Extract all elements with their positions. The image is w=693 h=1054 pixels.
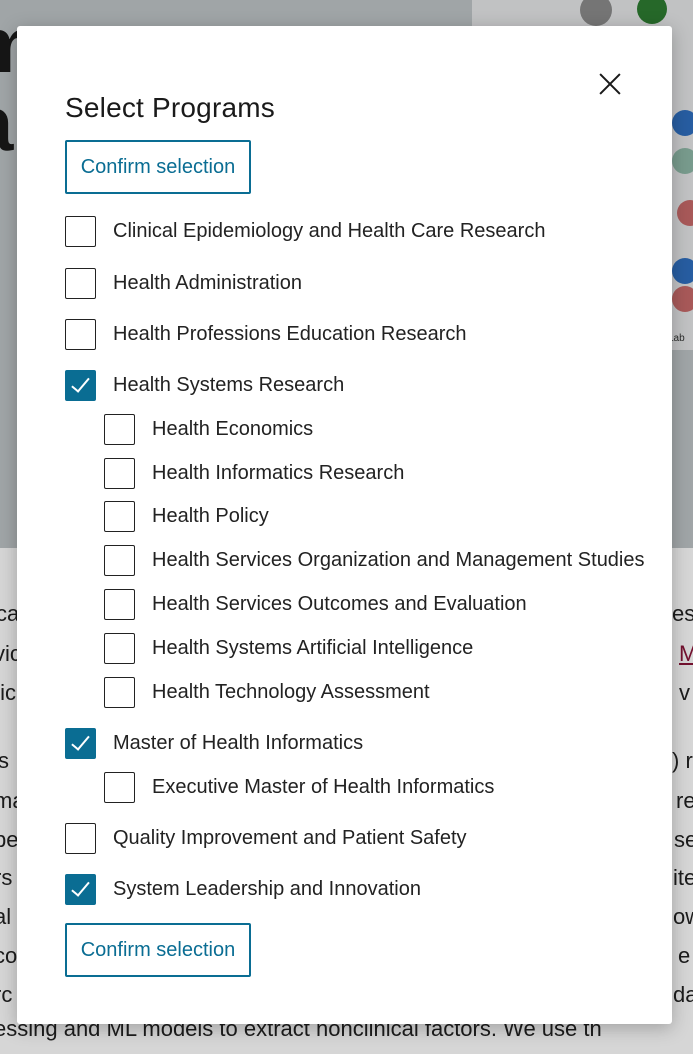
program-option-label: Health Technology Assessment (152, 680, 430, 703)
program-option[interactable]: Health Services Organization and Managem… (104, 544, 645, 576)
checkbox[interactable] (104, 457, 135, 489)
checkbox[interactable] (104, 588, 135, 620)
program-option-label: Clinical Epidemiology and Health Care Re… (113, 219, 546, 242)
program-option-label: Health Professions Education Research (113, 322, 467, 345)
program-option[interactable]: Health Professions Education Research (65, 318, 467, 350)
program-option-label: Health Policy (152, 504, 269, 527)
program-option[interactable]: Executive Master of Health Informatics (104, 771, 494, 803)
program-option[interactable]: Health Policy (104, 500, 269, 532)
program-option-label: Health Services Organization and Managem… (152, 548, 645, 571)
checkbox[interactable] (104, 632, 135, 664)
program-option[interactable]: Health Systems Research (65, 369, 344, 401)
checkbox[interactable] (104, 676, 135, 708)
checkbox-checked[interactable] (65, 873, 96, 905)
program-option[interactable]: System Leadership and Innovation (65, 873, 421, 905)
program-option[interactable]: Health Economics (104, 413, 313, 445)
confirm-selection-button-top[interactable]: Confirm selection (65, 140, 251, 194)
checkbox[interactable] (65, 318, 96, 350)
checkbox[interactable] (65, 822, 96, 854)
checkbox[interactable] (104, 544, 135, 576)
program-option-label: Health Administration (113, 271, 302, 294)
program-option[interactable]: Quality Improvement and Patient Safety (65, 822, 467, 854)
program-option[interactable]: Health Informatics Research (104, 457, 404, 489)
program-option-label: Quality Improvement and Patient Safety (113, 826, 467, 849)
program-option[interactable]: Master of Health Informatics (65, 727, 363, 759)
checkbox[interactable] (104, 771, 135, 803)
program-option[interactable]: Health Systems Artificial Intelligence (104, 632, 473, 664)
checkbox[interactable] (65, 267, 96, 299)
program-option-label: Health Systems Research (113, 373, 345, 396)
program-option-label: Health Economics (152, 417, 314, 440)
checkbox-checked[interactable] (65, 727, 96, 759)
close-icon[interactable] (595, 68, 625, 98)
program-option-label: Master of Health Informatics (113, 731, 364, 754)
select-programs-dialog: Select Programs Confirm selection Clinic… (17, 26, 672, 1024)
program-option-label: Executive Master of Health Informatics (152, 775, 495, 798)
program-option[interactable]: Health Technology Assessment (104, 676, 430, 708)
checkbox-checked[interactable] (65, 369, 96, 401)
program-option-label: Health Services Outcomes and Evaluation (152, 592, 527, 615)
program-option[interactable]: Health Services Outcomes and Evaluation (104, 588, 527, 620)
program-option-label: Health Informatics Research (152, 461, 405, 484)
checkbox[interactable] (104, 500, 135, 532)
checkbox[interactable] (65, 215, 96, 247)
checkbox[interactable] (104, 413, 135, 445)
program-option-label: Health Systems Artificial Intelligence (152, 636, 474, 659)
dialog-title: Select Programs (65, 92, 275, 123)
confirm-selection-button-bottom[interactable]: Confirm selection (65, 923, 251, 977)
program-option[interactable]: Health Administration (65, 267, 302, 299)
program-option[interactable]: Clinical Epidemiology and Health Care Re… (65, 215, 545, 247)
program-option-label: System Leadership and Innovation (113, 877, 421, 900)
